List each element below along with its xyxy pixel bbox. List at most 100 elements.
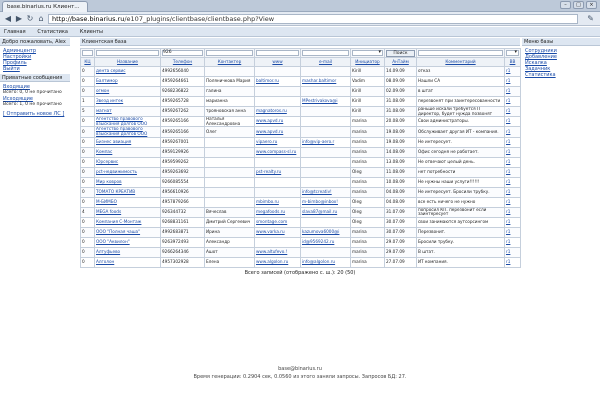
table-cell[interactable]: r1 xyxy=(504,156,521,168)
maximize-icon[interactable]: □ xyxy=(573,1,584,9)
table-cell[interactable]: r1 xyxy=(504,146,521,158)
table-cell[interactable]: www.algolon.ru xyxy=(254,256,301,268)
table-cell[interactable]: www.apvd.ru xyxy=(254,116,301,128)
table-cell[interactable]: Юрсервис xyxy=(94,156,161,168)
column-header[interactable]: АнТайм xyxy=(384,57,417,67)
table-cell[interactable] xyxy=(254,156,301,168)
table-cell[interactable] xyxy=(300,116,351,128)
table-cell[interactable]: www.altufevo.! xyxy=(254,246,301,258)
table-cell[interactable] xyxy=(300,126,351,138)
column-header[interactable]: Контактер xyxy=(204,57,255,67)
table-cell[interactable]: r1 xyxy=(504,246,521,258)
table-cell[interactable]: r1 xyxy=(504,176,521,188)
table-cell[interactable]: Агентство правового взыскания долгов ООО xyxy=(94,116,161,128)
pm-send-button[interactable]: [ Отправить новое ЛС ] xyxy=(3,111,64,117)
filter-kc[interactable] xyxy=(82,50,93,56)
table-cell[interactable]: Алголон xyxy=(94,256,161,268)
table-cell[interactable]: mashar.baltimor xyxy=(300,76,351,87)
table-cell[interactable] xyxy=(300,176,351,188)
table-cell[interactable]: Звезд интек xyxy=(94,96,161,107)
table-cell[interactable]: r1 xyxy=(504,226,521,238)
table-cell[interactable]: MEGA foods xyxy=(94,206,161,218)
back-icon[interactable]: ◀ xyxy=(3,14,13,24)
column-header[interactable]: Название xyxy=(94,57,161,67)
table-cell[interactable]: r1 xyxy=(504,105,521,118)
table-cell[interactable]: r1 xyxy=(504,216,521,228)
table-cell[interactable]: id@9569242.ru xyxy=(300,236,351,248)
table-cell[interactable]: r1 xyxy=(504,126,521,138)
table-cell[interactable]: r1 xyxy=(504,166,521,178)
table-cell[interactable]: www.apvd.ru xyxy=(254,126,301,138)
table-cell[interactable] xyxy=(254,236,301,248)
filter-name[interactable] xyxy=(96,50,159,56)
table-cell[interactable]: r1 xyxy=(504,236,521,248)
search-button[interactable]: Поиск xyxy=(386,49,415,57)
table-cell[interactable]: ООО "Полная чаша" xyxy=(94,226,161,238)
table-cell[interactable]: r1 xyxy=(504,76,521,87)
table-cell[interactable]: m-bimbo@inbox! xyxy=(300,196,351,208)
table-cell[interactable]: ТОМАТО КРЕАТИВ xyxy=(94,186,161,198)
table-cell[interactable] xyxy=(254,96,301,107)
home-icon[interactable]: ⌂ xyxy=(36,14,46,24)
table-cell[interactable]: Балтимор xyxy=(94,76,161,87)
table-cell[interactable]: r1 xyxy=(504,136,521,148)
column-header[interactable]: e-mail xyxy=(300,57,351,67)
table-cell[interactable]: pct-недвижимость xyxy=(94,166,161,178)
filter-phone[interactable]: 926 xyxy=(162,50,203,56)
table-cell[interactable] xyxy=(300,146,351,158)
column-header[interactable]: ВВ xyxy=(504,57,521,67)
reload-icon[interactable]: ↻ xyxy=(25,14,35,24)
table-cell[interactable]: r1 xyxy=(504,186,521,198)
filter-initiator-select[interactable] xyxy=(352,50,383,56)
column-header[interactable]: www xyxy=(254,57,301,67)
table-cell[interactable]: Агентство правового взыскания долгов ООО xyxy=(94,126,161,138)
nav-statistics[interactable]: Статистика xyxy=(37,29,68,35)
table-cell[interactable]: дента сервис xyxy=(94,66,161,77)
table-cell[interactable]: огмон xyxy=(94,86,161,97)
filter-vv-select[interactable] xyxy=(506,50,519,56)
filter-www[interactable] xyxy=(256,50,299,56)
close-icon[interactable]: × xyxy=(586,1,597,9)
table-cell[interactable] xyxy=(254,186,301,198)
forward-icon[interactable]: ▶ xyxy=(14,14,24,24)
table-cell[interactable] xyxy=(300,246,351,258)
nav-clients[interactable]: Клиенты xyxy=(80,29,103,35)
table-cell[interactable]: магнат xyxy=(94,105,161,118)
table-cell[interactable] xyxy=(300,66,351,77)
nav-home[interactable]: Главная xyxy=(4,29,26,35)
table-cell[interactable]: info@tcreativ! xyxy=(300,186,351,198)
table-cell[interactable]: info@algolon.ru xyxy=(300,256,351,268)
column-header[interactable]: Инициатор xyxy=(350,57,385,67)
table-cell[interactable]: Алтуфьево xyxy=(94,246,161,258)
table-cell[interactable] xyxy=(300,216,351,228)
table-cell[interactable]: Бизнес авиация xyxy=(94,136,161,148)
table-cell[interactable] xyxy=(300,166,351,178)
table-cell[interactable]: М-БИМБО xyxy=(94,196,161,208)
table-cell[interactable]: slava87@mail.ru xyxy=(300,206,351,218)
table-cell[interactable]: r1 xyxy=(504,206,521,218)
table-cell[interactable]: r1 xyxy=(504,116,521,128)
table-cell[interactable] xyxy=(254,176,301,188)
column-header[interactable]: Телефон xyxy=(160,57,205,67)
table-cell[interactable] xyxy=(300,86,351,97)
table-cell[interactable] xyxy=(300,105,351,118)
table-cell[interactable]: ООО "Аквилон" xyxy=(94,236,161,248)
table-cell[interactable] xyxy=(300,156,351,168)
table-cell[interactable]: Мир ковров xyxy=(94,176,161,188)
table-cell[interactable]: MPestrivakova@i xyxy=(300,96,351,107)
table-cell[interactable]: r1 xyxy=(504,196,521,208)
table-cell[interactable]: kazumova6000@i xyxy=(300,226,351,238)
table-cell[interactable]: info@vip-aero.r xyxy=(300,136,351,148)
table-cell[interactable]: www.compass-sl.ru xyxy=(254,146,301,158)
rmenu-stats[interactable]: Статистика xyxy=(525,72,556,78)
table-cell[interactable]: r1 xyxy=(504,66,521,77)
table-cell[interactable] xyxy=(254,66,301,77)
filter-email[interactable] xyxy=(302,50,349,56)
url-input[interactable]: http://base.binarius.ru/e107_plugins/cli… xyxy=(48,14,578,24)
table-cell[interactable]: r1 xyxy=(504,256,521,268)
table-cell[interactable]: vipaero.ru xyxy=(254,136,301,148)
column-header[interactable]: Комментарий xyxy=(416,57,505,67)
table-cell[interactable]: www.varka.ru xyxy=(254,226,301,238)
menu-logout[interactable]: Выйти xyxy=(3,66,20,72)
wrench-icon[interactable]: ✎ xyxy=(587,14,594,23)
